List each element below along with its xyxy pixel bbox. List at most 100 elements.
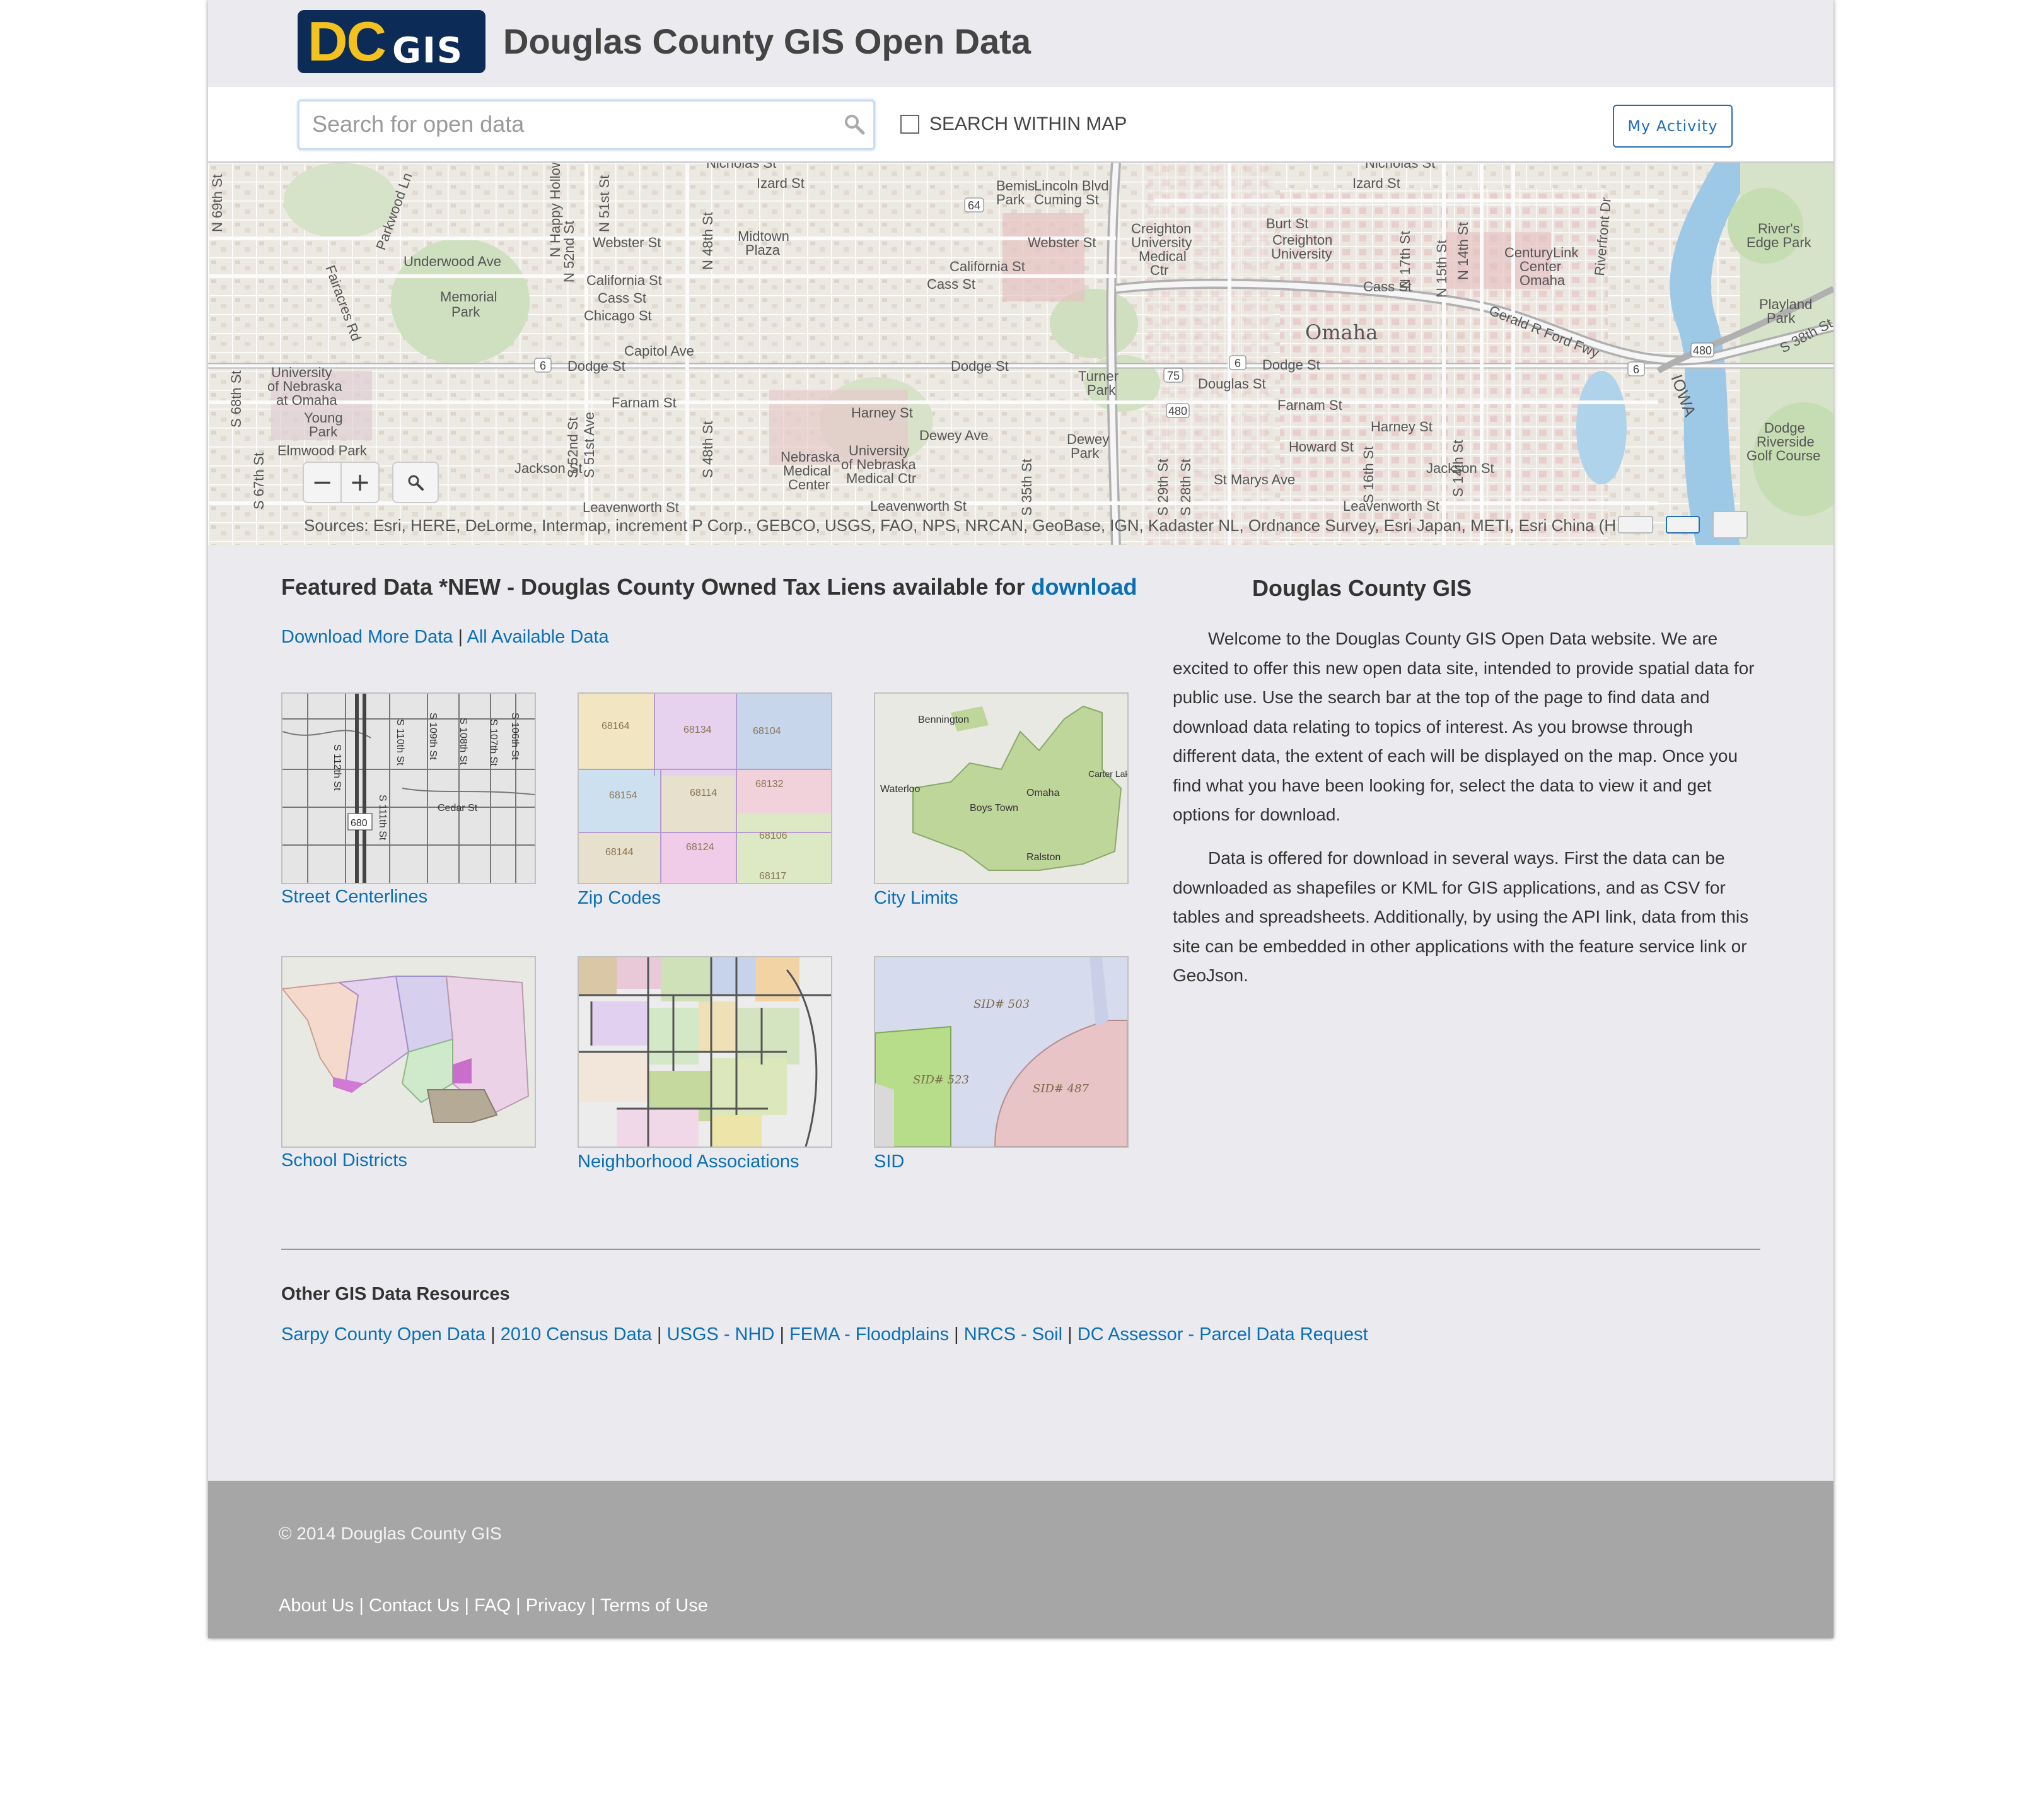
link-separator: | bbox=[954, 1324, 959, 1345]
svg-text:Waterloo: Waterloo bbox=[880, 784, 921, 795]
svg-text:Omaha: Omaha bbox=[1520, 272, 1566, 288]
footer-links: About Us | Contact Us | FAQ | Privacy | … bbox=[279, 1595, 708, 1616]
svg-text:480: 480 bbox=[1168, 405, 1187, 417]
about-title: Douglas County GIS bbox=[1252, 575, 1472, 601]
svg-text:Farnam St: Farnam St bbox=[1277, 397, 1342, 413]
tile-zip-codes[interactable]: 68164 68134 68104 68154 68114 68132 6814… bbox=[578, 692, 832, 884]
download-more-data-link[interactable]: Download More Data bbox=[281, 627, 453, 647]
search-input[interactable] bbox=[312, 108, 817, 141]
featured-title-text: Featured Data *NEW - Douglas County Owne… bbox=[281, 574, 1032, 600]
fema-floodplains-link[interactable]: FEMA - Floodplains bbox=[789, 1324, 949, 1345]
other-resources-title: Other GIS Data Resources bbox=[281, 1284, 510, 1304]
svg-text:S 106th St: S 106th St bbox=[509, 713, 520, 760]
svg-text:68132: 68132 bbox=[755, 779, 784, 790]
svg-text:6: 6 bbox=[1235, 357, 1241, 370]
svg-text:Leavenworth St: Leavenworth St bbox=[1343, 498, 1439, 514]
tile-city-limits[interactable]: Bennington Waterloo Omaha Carter Lake, I… bbox=[874, 692, 1129, 884]
about-us-link[interactable]: About Us bbox=[279, 1595, 354, 1616]
page-container: DC GIS Douglas County GIS Open Data SEAR… bbox=[208, 0, 1834, 1638]
svg-text:Dewey Ave: Dewey Ave bbox=[919, 428, 989, 443]
sarpy-county-link[interactable]: Sarpy County Open Data bbox=[281, 1324, 485, 1345]
link-separator: | bbox=[464, 1595, 470, 1616]
all-available-data-link[interactable]: All Available Data bbox=[467, 627, 609, 647]
svg-text:Ralston: Ralston bbox=[1026, 852, 1061, 863]
logo-dc-text: DC bbox=[308, 10, 386, 73]
my-activity-button[interactable]: My Activity bbox=[1613, 105, 1733, 148]
svg-text:Leavenworth St: Leavenworth St bbox=[870, 498, 967, 514]
tile-street-centerlines[interactable]: S 112th St S 110th St S 109th St S 108th… bbox=[281, 692, 536, 884]
zip-codes-thumbnail: 68164 68134 68104 68154 68114 68132 6814… bbox=[579, 694, 831, 883]
search-within-map[interactable]: SEARCH WITHIN MAP bbox=[900, 114, 1127, 135]
link-separator: | bbox=[491, 1324, 496, 1345]
link-separator: | bbox=[359, 1595, 364, 1616]
search-box[interactable] bbox=[298, 100, 875, 150]
svg-text:Webster St: Webster St bbox=[1028, 235, 1096, 250]
svg-text:Edge Park: Edge Park bbox=[1746, 235, 1812, 250]
tile-sid[interactable]: SID# 503 SID# 523 SID# 487 bbox=[874, 956, 1129, 1148]
basemap-toggle-1[interactable] bbox=[1618, 516, 1653, 534]
sid-link[interactable]: SID bbox=[874, 1152, 904, 1172]
census-2010-link[interactable]: 2010 Census Data bbox=[501, 1324, 652, 1345]
search-within-map-label: SEARCH WITHIN MAP bbox=[929, 114, 1127, 134]
svg-text:S 112th St: S 112th St bbox=[332, 744, 342, 791]
svg-text:Cass St: Cass St bbox=[927, 276, 975, 292]
faq-link[interactable]: FAQ bbox=[474, 1595, 511, 1616]
terms-of-use-link[interactable]: Terms of Use bbox=[600, 1595, 708, 1616]
basemap[interactable]: Nicholas St Nicholas St Izard St Izard S… bbox=[208, 163, 1834, 545]
svg-text:S 29th St: S 29th St bbox=[1155, 458, 1171, 516]
neighborhood-associations-link[interactable]: Neighborhood Associations bbox=[578, 1152, 799, 1172]
basemap-toggle-3[interactable] bbox=[1712, 511, 1748, 539]
privacy-link[interactable]: Privacy bbox=[526, 1595, 586, 1616]
svg-text:6: 6 bbox=[540, 359, 546, 372]
svg-text:Webster St: Webster St bbox=[593, 235, 661, 250]
svg-text:Elmwood Park: Elmwood Park bbox=[277, 443, 368, 458]
svg-text:Omaha: Omaha bbox=[1305, 320, 1378, 344]
search-icon[interactable] bbox=[843, 113, 866, 136]
svg-text:Park: Park bbox=[1071, 445, 1100, 461]
map-search-button[interactable] bbox=[392, 462, 439, 503]
site-footer: © 2014 Douglas County GIS About Us | Con… bbox=[208, 1481, 1834, 1638]
svg-text:Omaha: Omaha bbox=[1026, 788, 1060, 798]
svg-text:S 52nd St: S 52nd St bbox=[565, 417, 581, 478]
about-paragraph-1: Welcome to the Douglas County GIS Open D… bbox=[1173, 629, 1755, 824]
svg-text:S 67th St: S 67th St bbox=[251, 452, 267, 510]
svg-text:Carter Lake, Iowa: Carter Lake, Iowa bbox=[1088, 769, 1127, 779]
school-districts-link[interactable]: School Districts bbox=[281, 1150, 407, 1170]
zip-codes-link[interactable]: Zip Codes bbox=[578, 888, 661, 908]
svg-text:California St: California St bbox=[586, 272, 662, 288]
svg-text:75: 75 bbox=[1167, 370, 1180, 382]
school-districts-thumbnail bbox=[282, 957, 535, 1146]
svg-text:Park: Park bbox=[451, 304, 480, 320]
svg-text:68144: 68144 bbox=[605, 847, 634, 858]
zoom-in-button[interactable]: + bbox=[342, 463, 378, 502]
zoom-out-button[interactable]: − bbox=[304, 463, 342, 502]
svg-text:68154: 68154 bbox=[609, 790, 637, 801]
link-separator: | bbox=[779, 1324, 784, 1345]
svg-text:68134: 68134 bbox=[683, 725, 712, 735]
checkbox-icon[interactable] bbox=[900, 115, 919, 134]
svg-text:Boys Town: Boys Town bbox=[970, 803, 1018, 814]
dc-assessor-link[interactable]: DC Assessor - Parcel Data Request bbox=[1078, 1324, 1368, 1345]
dcgis-logo[interactable]: DC GIS bbox=[298, 10, 485, 73]
svg-text:Harney St: Harney St bbox=[851, 405, 913, 421]
usgs-nhd-link[interactable]: USGS - NHD bbox=[667, 1324, 775, 1345]
tile-school-districts[interactable] bbox=[281, 956, 536, 1148]
nrcs-soil-link[interactable]: NRCS - Soil bbox=[964, 1324, 1062, 1345]
neighborhood-associations-thumbnail bbox=[579, 957, 831, 1146]
tile-neighborhood-associations[interactable] bbox=[578, 956, 832, 1148]
svg-text:N Happy Hollow: N Happy Hollow bbox=[547, 163, 563, 257]
svg-text:680: 680 bbox=[351, 818, 368, 829]
basemap-graphic: Nicholas St Nicholas St Izard St Izard S… bbox=[208, 163, 1834, 545]
svg-text:Dodge St: Dodge St bbox=[567, 358, 625, 374]
link-separator: | bbox=[656, 1324, 662, 1345]
basemap-toggle-2[interactable] bbox=[1666, 516, 1700, 534]
featured-download-link[interactable]: download bbox=[1032, 574, 1137, 600]
svg-text:Park: Park bbox=[309, 424, 338, 440]
svg-text:S 108th St: S 108th St bbox=[458, 718, 468, 765]
street-centerlines-link[interactable]: Street Centerlines bbox=[281, 887, 427, 907]
svg-text:480: 480 bbox=[1693, 344, 1712, 357]
contact-us-link[interactable]: Contact Us bbox=[369, 1595, 459, 1616]
svg-text:Dodge St: Dodge St bbox=[1262, 357, 1320, 373]
city-limits-link[interactable]: City Limits bbox=[874, 888, 958, 908]
copyright-text: © 2014 Douglas County GIS bbox=[279, 1524, 502, 1543]
